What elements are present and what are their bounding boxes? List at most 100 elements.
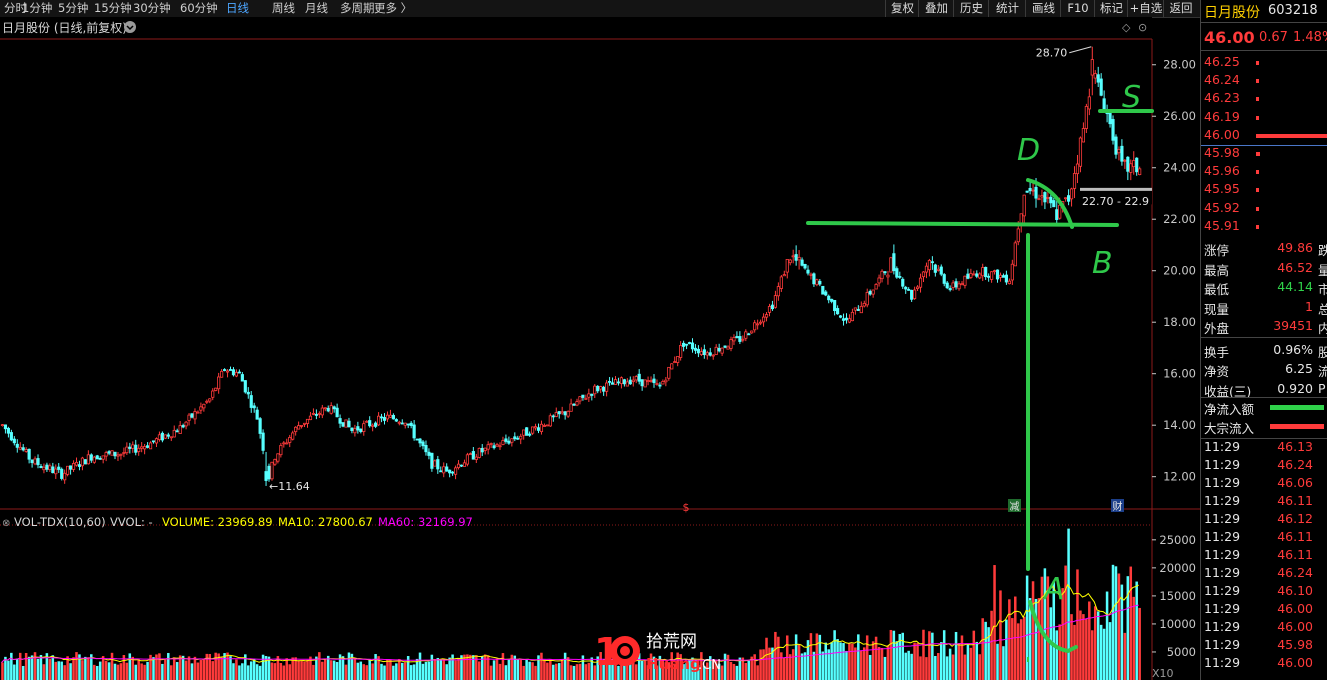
toolbar-button-2[interactable]: 历史 (953, 0, 989, 17)
order-price: 46.24 (1204, 72, 1240, 88)
price-tick-label: 24.00 (1163, 161, 1196, 175)
svg-text:拾荒网: 拾荒网 (646, 632, 697, 652)
period-tab-2[interactable]: 5分钟 (58, 1, 88, 16)
candle-body (48, 465, 52, 470)
candle-body (430, 452, 434, 469)
volume-bar (374, 654, 377, 680)
tick-time: 11:29 (1204, 529, 1241, 544)
volume-bar (430, 654, 434, 680)
candle-body (267, 465, 271, 480)
candle-body (655, 383, 659, 385)
toolbar-button-1[interactable]: 叠加 (918, 0, 954, 17)
candle-body (1013, 242, 1017, 267)
stat-cut-label: 市 (1318, 282, 1327, 297)
volume-bar (323, 658, 327, 680)
candle-body (575, 401, 579, 406)
tick-price: 45.98 (1277, 637, 1313, 652)
candle-body (382, 417, 387, 421)
stat-cut-label: 股 (1318, 344, 1327, 360)
candle-body (181, 425, 185, 428)
candle-body (187, 414, 191, 421)
volume-bar (572, 665, 576, 680)
volume-bar (990, 610, 993, 680)
tick-row: 11:29 46.24 (1201, 565, 1327, 583)
period-tab-7[interactable]: 周线 (272, 1, 295, 16)
candle-body (767, 306, 772, 313)
candle-body (445, 466, 449, 472)
candle-body (24, 449, 28, 452)
close-icon: ⊗ (2, 518, 10, 529)
candle-body (246, 391, 250, 395)
volume-bar (356, 662, 360, 680)
candle-body (838, 315, 843, 318)
toolbar-button-7[interactable]: +自选 (1127, 0, 1164, 17)
volume-bar (270, 662, 274, 680)
candle-body (590, 393, 594, 396)
candle-body (622, 379, 626, 385)
volume-bar (1114, 566, 1118, 680)
stat-row: 换手 0.96% 股 (1201, 342, 1327, 360)
volume-bar (552, 664, 555, 680)
volume-bar (495, 658, 499, 680)
candle-body (773, 295, 778, 308)
volume-bar (457, 657, 460, 680)
toolbar-button-6[interactable]: 标记 (1094, 0, 1128, 17)
volume-bar (1005, 619, 1008, 680)
candle-body (1040, 195, 1044, 198)
volume-bar (507, 659, 511, 680)
volume-bar (492, 660, 496, 680)
candle-body (314, 413, 318, 416)
volume-bar (522, 665, 525, 680)
volume-bar (466, 654, 469, 680)
period-tab-4[interactable]: 30分钟 (133, 1, 171, 16)
svg-text:Huang: Huang (646, 655, 701, 673)
volume-bar (942, 630, 946, 680)
candle-body (317, 412, 321, 415)
volume-bar (42, 664, 46, 680)
candle-body (513, 436, 517, 440)
candle-body (847, 318, 852, 323)
volume-bar (975, 641, 979, 680)
toolbar-button-8[interactable]: 返回 (1163, 0, 1198, 17)
volume-bar (190, 663, 194, 680)
toolbar-button-5[interactable]: F10 (1060, 0, 1095, 17)
candle-body (465, 454, 470, 465)
tick-row: 11:29 46.13 (1201, 439, 1327, 457)
candle-body (409, 422, 413, 426)
toolbar-button-3[interactable]: 统计 (988, 0, 1026, 17)
period-tab-10[interactable]: 更多 〉 (374, 1, 412, 16)
toolbar-button-4[interactable]: 画线 (1025, 0, 1061, 17)
toolbar-button-0[interactable]: 复权 (885, 0, 919, 17)
candle-body (750, 330, 754, 334)
candle-body (294, 426, 298, 433)
volume-bar (1091, 630, 1094, 680)
period-tab-3[interactable]: 15分钟 (94, 1, 132, 16)
stat-label: 最低 (1204, 282, 1230, 297)
candle-body (388, 414, 393, 418)
volume-bar (993, 565, 996, 680)
candle-body (365, 420, 369, 423)
volume-bar (172, 657, 176, 680)
period-tab-1[interactable]: 1分钟 (22, 1, 52, 16)
candle-body (646, 380, 650, 383)
candle-body (66, 465, 70, 475)
volume-bar (762, 649, 765, 680)
candle-body (913, 289, 917, 299)
candle-body (960, 283, 964, 286)
candle-body (86, 454, 90, 465)
period-tab-8[interactable]: 月线 (305, 1, 328, 16)
candle-body (984, 266, 988, 278)
candle-body (89, 454, 93, 461)
volume-bar (1022, 616, 1026, 680)
period-tab-6[interactable]: 日线 (226, 1, 249, 16)
volume-bar (824, 642, 827, 680)
candle-body (143, 446, 147, 450)
period-tab-9[interactable]: 多周期 (340, 1, 375, 16)
candle-body (1084, 106, 1088, 129)
volume-bar (1073, 624, 1076, 680)
candle-body (1090, 59, 1094, 76)
volume-bar (246, 665, 250, 680)
volume-bar (563, 652, 567, 680)
candle-body (0, 424, 5, 427)
period-tab-5[interactable]: 60分钟 (180, 1, 218, 16)
